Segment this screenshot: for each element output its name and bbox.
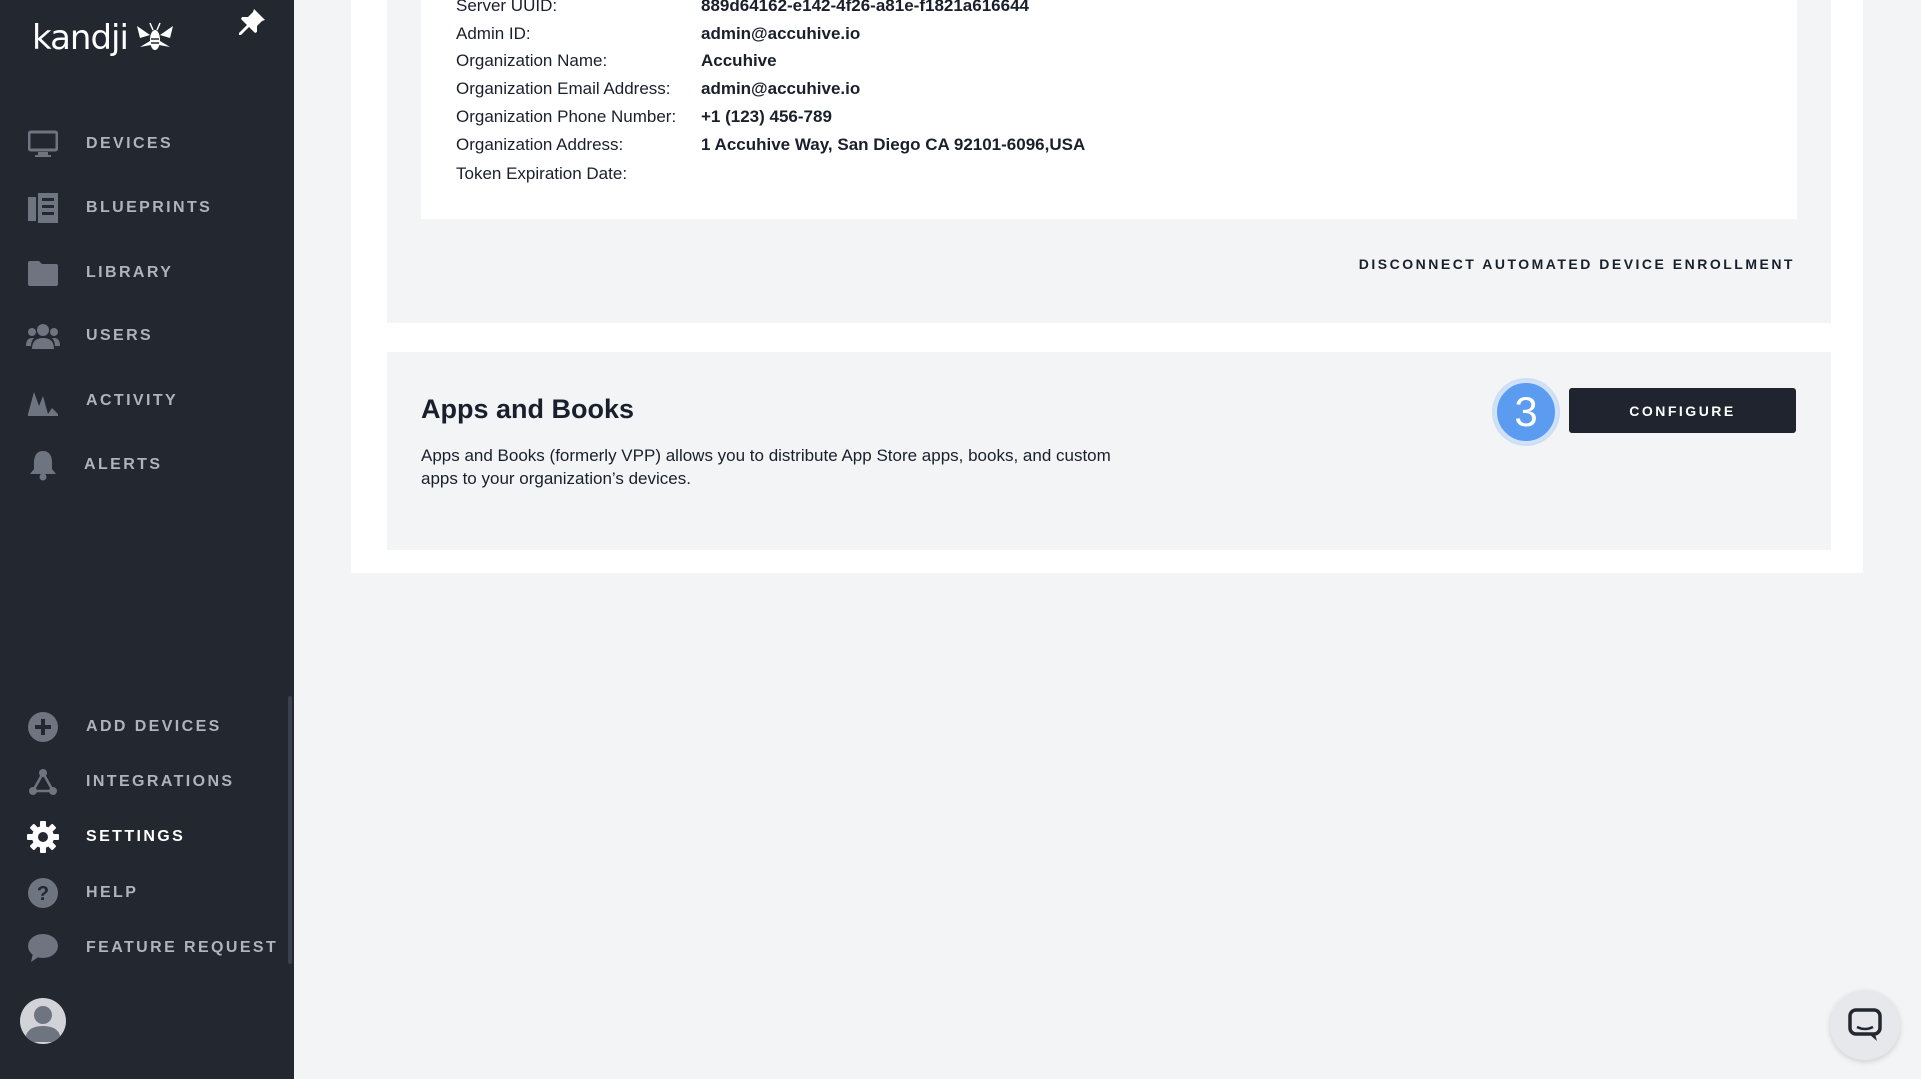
- chat-support-button[interactable]: [1830, 990, 1900, 1060]
- sidebar-item-label: Integrations: [86, 773, 235, 790]
- sidebar-item-label: Alerts: [84, 456, 163, 473]
- sidebar-item-label: Settings: [86, 828, 186, 845]
- help-icon: ?: [26, 876, 60, 910]
- detail-row-token-expiration: Token Expiration Date:: [456, 164, 701, 184]
- detail-row-org-email: Organization Email Address: admin@accuhi…: [456, 79, 860, 99]
- kandji-logo[interactable]: kandji: [32, 18, 176, 58]
- disconnect-ade-link[interactable]: DISCONNECT AUTOMATED DEVICE ENROLLMENT: [1359, 256, 1795, 272]
- sidebar-item-label: Help: [86, 884, 139, 901]
- detail-value: Accuhive: [701, 51, 777, 70]
- sidebar-item-integrations[interactable]: Integrations: [26, 765, 235, 799]
- detail-value: admin@accuhive.io: [701, 24, 861, 43]
- apps-books-description: Apps and Books (formerly VPP) allows you…: [421, 446, 1111, 488]
- detail-label: Organization Name:: [456, 51, 608, 70]
- users-icon: [26, 319, 60, 353]
- sidebar: kandji Devices Blueprints: [0, 0, 294, 1079]
- sidebar-item-help[interactable]: ? Help: [26, 876, 138, 910]
- sidebar-item-label: Feature Request: [86, 939, 279, 956]
- detail-row-server-uuid: Server UUID: 889d64162-e142-4f26-a81e-f1…: [456, 0, 1029, 16]
- sidebar-scrollbar[interactable]: [288, 696, 292, 964]
- pin-icon[interactable]: [236, 6, 268, 38]
- folder-icon: [26, 256, 60, 290]
- detail-label: Organization Address:: [456, 135, 624, 154]
- detail-value: 1 Accuhive Way, San Diego CA 92101-6096,…: [701, 135, 1086, 154]
- detail-label: Server UUID:: [456, 0, 558, 15]
- gear-icon: [26, 820, 60, 854]
- sidebar-item-alerts[interactable]: Alerts: [26, 448, 162, 482]
- detail-value: 889d64162-e142-4f26-a81e-f1821a616644: [701, 0, 1029, 15]
- monitor-icon: [26, 127, 60, 161]
- apps-books-title: Apps and Books: [421, 394, 635, 424]
- integrations-icon: [26, 765, 60, 799]
- detail-label: Admin ID:: [456, 24, 531, 43]
- detail-row-admin-id: Admin ID: admin@accuhive.io: [456, 24, 860, 44]
- sidebar-item-library[interactable]: Library: [26, 256, 173, 290]
- detail-row-org-name: Organization Name: Accuhive: [456, 51, 777, 71]
- detail-row-org-phone: Organization Phone Number: +1 (123) 456-…: [456, 107, 832, 127]
- step-badge: 3: [1494, 380, 1558, 444]
- sidebar-item-label: Add Devices: [86, 718, 222, 735]
- plus-circle-icon: [26, 710, 60, 744]
- configure-button[interactable]: CONFIGURE: [1569, 388, 1796, 433]
- bell-icon: [26, 448, 60, 482]
- chat-icon: [1848, 1008, 1882, 1041]
- detail-label: Organization Email Address:: [456, 79, 671, 98]
- sidebar-item-add-devices[interactable]: Add Devices: [26, 710, 222, 744]
- sidebar-item-settings[interactable]: Settings: [26, 820, 185, 854]
- detail-value: admin@accuhive.io: [701, 79, 861, 98]
- sidebar-item-activity[interactable]: Activity: [26, 384, 178, 418]
- sidebar-item-label: Blueprints: [86, 199, 213, 216]
- logo-text: kandji: [32, 18, 129, 58]
- sidebar-item-feature-request[interactable]: Feature Request: [26, 931, 278, 965]
- sidebar-item-label: Users: [86, 327, 154, 344]
- sidebar-item-label: Library: [86, 264, 174, 281]
- sidebar-item-users[interactable]: Users: [26, 319, 153, 353]
- detail-label: Token Expiration Date:: [456, 164, 628, 183]
- sidebar-item-label: Activity: [86, 392, 179, 409]
- blueprints-icon: [26, 191, 60, 225]
- svg-text:?: ?: [37, 883, 49, 905]
- speech-bubble-icon: [26, 931, 60, 965]
- avatar[interactable]: [20, 998, 66, 1044]
- detail-label: Organization Phone Number:: [456, 107, 677, 126]
- sidebar-item-label: Devices: [86, 135, 174, 152]
- detail-row-org-address: Organization Address: 1 Accuhive Way, Sa…: [456, 135, 1085, 155]
- sidebar-item-devices[interactable]: Devices: [26, 127, 173, 161]
- sidebar-item-blueprints[interactable]: Blueprints: [26, 191, 212, 225]
- activity-icon: [26, 384, 60, 418]
- detail-value: +1 (123) 456-789: [701, 107, 832, 126]
- bee-icon: [136, 22, 173, 50]
